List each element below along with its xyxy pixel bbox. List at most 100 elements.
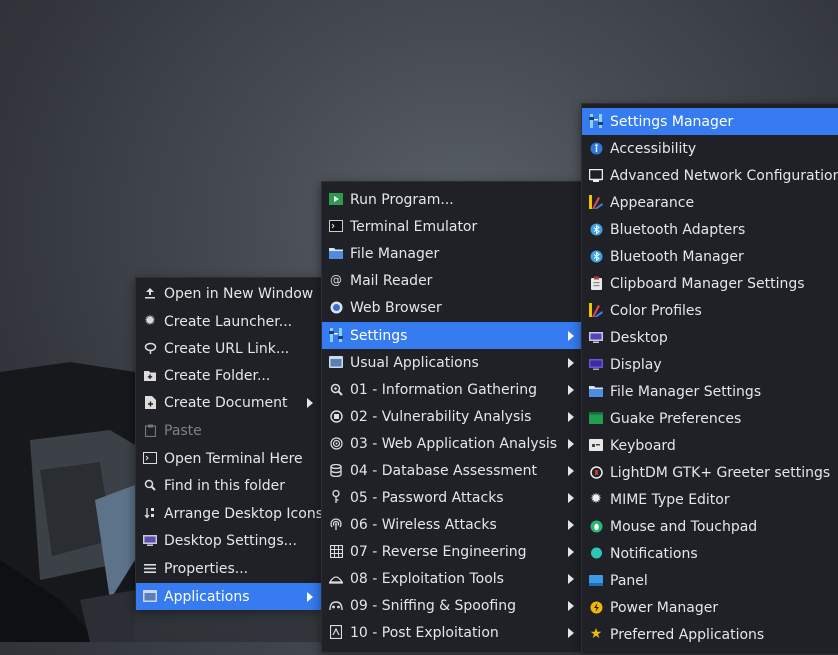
menu-item-properties[interactable]: Properties...: [136, 555, 321, 582]
desktop-icon: [143, 533, 157, 547]
menu-item-power-manager[interactable]: Power Manager: [582, 594, 838, 621]
appearance-icon: [589, 195, 603, 209]
menu-item-bluetooth-adapters[interactable]: Bluetooth Adapters: [582, 216, 838, 243]
menu-item-run-program[interactable]: Run Program...: [322, 186, 582, 213]
submenu-arrow-icon: [568, 385, 574, 395]
menu-item-find-in-this-folder[interactable]: Find in this folder: [136, 472, 321, 499]
menu-item-lightdm-gtk-greeter-settings[interactable]: LightDM GTK+ Greeter settings: [582, 459, 838, 486]
menu-item-arrange-desktop-icons[interactable]: Arrange Desktop Icons: [136, 500, 323, 527]
menu-item-display[interactable]: Display: [582, 351, 838, 378]
display-icon: [589, 357, 603, 371]
menu-item-label: Mail Reader: [350, 272, 433, 289]
menu-item-label: Find in this folder: [164, 477, 285, 494]
menu-item-settings-manager[interactable]: Settings Manager: [582, 108, 838, 135]
menu-item-open-terminal-here[interactable]: Open Terminal Here: [136, 445, 321, 472]
menu-item-label: LightDM GTK+ Greeter settings: [610, 464, 831, 481]
menu-item-wireless-attacks[interactable]: 06 - Wireless Attacks: [322, 511, 582, 538]
menu-item-label: Notifications: [610, 545, 698, 562]
menu-item-exploitation-tools[interactable]: 08 - Exploitation Tools: [322, 565, 582, 592]
list-icon: [143, 561, 157, 575]
menu-item-web-application-analysis[interactable]: 03 - Web Application Analysis: [322, 430, 582, 457]
menu-item-keyboard[interactable]: Keyboard: [582, 432, 838, 459]
menu-item-label: Create URL Link...: [164, 340, 290, 357]
settings-manager-icon: [589, 114, 603, 128]
menu-item-terminal-emulator[interactable]: Terminal Emulator: [322, 213, 582, 240]
menu-item-label: Web Browser: [350, 299, 442, 316]
keyboard-icon: [589, 438, 603, 452]
clipboard-icon: [143, 423, 157, 437]
menu-item-desktop-settings[interactable]: Desktop Settings...: [136, 527, 321, 554]
menu-item-create-launcher[interactable]: ✹ Create Launcher...: [136, 308, 321, 335]
accessibility-icon: [589, 141, 603, 155]
menu-item-label: Create Folder...: [164, 367, 271, 384]
menu-item-vulnerability-analysis[interactable]: 02 - Vulnerability Analysis: [322, 403, 582, 430]
terminal-icon: [329, 219, 343, 233]
menu-item-file-manager[interactable]: File Manager: [322, 240, 582, 267]
menu-item-mime-type-editor[interactable]: ✹ MIME Type Editor: [582, 486, 838, 513]
terminal-icon: [143, 451, 157, 465]
menu-item-bluetooth-manager[interactable]: Bluetooth Manager: [582, 243, 838, 270]
post-exploit-icon: [329, 625, 343, 639]
menu-item-label: Color Profiles: [610, 302, 702, 319]
menu-item-web-browser[interactable]: Web Browser: [322, 294, 582, 321]
menu-item-label: Clipboard Manager Settings: [610, 275, 805, 292]
gear-icon: ✹: [590, 491, 602, 507]
menu-item-settings[interactable]: Settings: [322, 322, 582, 349]
menu-item-label: Settings Manager: [610, 113, 734, 130]
menu-item-label: Appearance: [610, 194, 695, 211]
menu-item-database-assessment[interactable]: 04 - Database Assessment: [322, 457, 582, 484]
menu-item-create-folder[interactable]: Create Folder...: [136, 362, 321, 389]
menu-item-notifications[interactable]: Notifications: [582, 540, 838, 567]
menu-item-mouse-and-touchpad[interactable]: Mouse and Touchpad: [582, 513, 838, 540]
menu-item-preferred-applications[interactable]: ★ Preferred Applications: [582, 621, 838, 648]
bluetooth-icon: [589, 222, 603, 236]
menu-item-label: Power Manager: [610, 599, 719, 616]
menu-item-color-profiles[interactable]: Color Profiles: [582, 297, 838, 324]
menu-item-file-manager-settings[interactable]: File Manager Settings: [582, 378, 838, 405]
link-icon: [143, 341, 157, 355]
menu-item-create-document[interactable]: Create Document: [136, 389, 321, 416]
bluetooth-icon: [589, 249, 603, 263]
menu-item-label: File Manager: [350, 245, 440, 262]
menu-item-sniffing-spoofing[interactable]: 09 - Sniffing & Spoofing: [322, 592, 582, 619]
panel-icon: [589, 573, 603, 587]
menu-item-clipboard-manager-settings[interactable]: Clipboard Manager Settings: [582, 270, 838, 297]
menu-item-label: Guake Preferences: [610, 410, 742, 427]
menu-item-applications[interactable]: Applications: [136, 583, 321, 610]
menu-item-label: 02 - Vulnerability Analysis: [350, 408, 532, 425]
arrange-icon: [143, 506, 157, 520]
menu-item-label: 08 - Exploitation Tools: [350, 570, 504, 587]
menu-item-label: 09 - Sniffing & Spoofing: [350, 597, 517, 614]
submenu-arrow-icon: [568, 601, 574, 611]
submenu-arrow-icon: [568, 412, 574, 422]
menu-item-label: Properties...: [164, 560, 249, 577]
menu-item-desktop[interactable]: Desktop: [582, 324, 838, 351]
menu-item-usual-applications[interactable]: Usual Applications: [322, 349, 582, 376]
menu-item-password-attacks[interactable]: 05 - Password Attacks: [322, 484, 582, 511]
search-icon: [143, 478, 157, 492]
menu-item-create-url-link[interactable]: Create URL Link...: [136, 335, 321, 362]
desktop-icon: [589, 330, 603, 344]
network-icon: [589, 168, 603, 182]
submenu-arrow-icon: [568, 466, 574, 476]
mouse-icon: [589, 519, 603, 533]
menu-item-open-in-new-window[interactable]: Open in New Window: [136, 280, 321, 307]
menu-item-panel[interactable]: Panel: [582, 567, 838, 594]
notifications-icon: [589, 546, 603, 560]
menu-item-label: 06 - Wireless Attacks: [350, 516, 497, 533]
menu-item-label: 03 - Web Application Analysis: [350, 435, 558, 452]
menu-item-reverse-engineering[interactable]: 07 - Reverse Engineering: [322, 538, 582, 565]
menu-item-label: Terminal Emulator: [350, 218, 478, 235]
menu-item-guake-preferences[interactable]: Guake Preferences: [582, 405, 838, 432]
desktop-context-menu: Open in New Window ✹ Create Launcher... …: [135, 277, 323, 610]
menu-item-appearance[interactable]: Appearance: [582, 189, 838, 216]
menu-item-accessibility[interactable]: Accessibility: [582, 135, 838, 162]
wireless-icon: [329, 517, 343, 531]
submenu-arrow-icon: [568, 358, 574, 368]
submenu-arrow-icon: [307, 592, 313, 602]
menu-item-label: MIME Type Editor: [610, 491, 730, 508]
menu-item-label: Bluetooth Adapters: [610, 221, 746, 238]
menu-item-advanced-network-configuration[interactable]: Advanced Network Configuration: [582, 162, 838, 189]
menu-item-mail-reader[interactable]: @ Mail Reader: [322, 267, 582, 294]
menu-item-information-gathering[interactable]: 01 - Information Gathering: [322, 376, 582, 403]
